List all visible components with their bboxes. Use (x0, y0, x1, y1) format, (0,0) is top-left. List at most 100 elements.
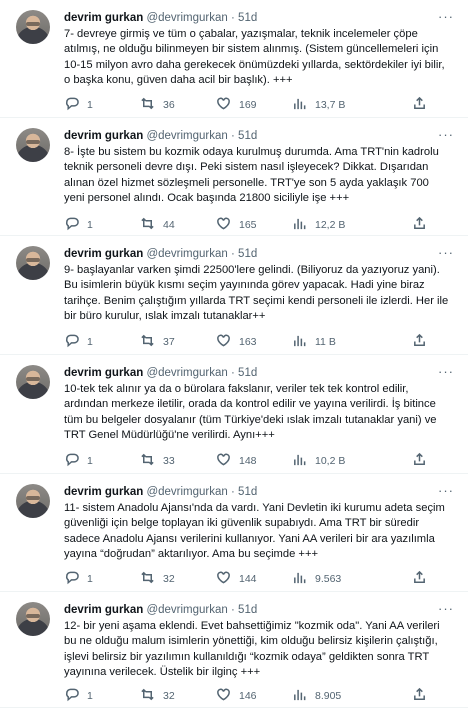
author-handle[interactable]: @devrimgurkan (146, 248, 227, 260)
tweet[interactable]: devrim gurkan @devrimgurkan · 51d ··· 10… (0, 355, 468, 474)
view-count: 11 B (315, 336, 336, 348)
retweet-button[interactable]: 32 (140, 570, 175, 588)
tweet[interactable]: devrim gurkan @devrimgurkan · 51d ··· 9-… (0, 236, 468, 355)
view-count: 13,7 B (315, 99, 346, 111)
separator-dot: · (231, 367, 235, 379)
author-handle[interactable]: @devrimgurkan (146, 12, 227, 24)
retweet-count: 32 (163, 573, 175, 585)
like-button[interactable]: 146 (216, 687, 257, 705)
share-icon (412, 452, 427, 470)
like-button[interactable]: 165 (216, 216, 257, 234)
views-button[interactable]: 10,2 B (292, 452, 345, 470)
retweet-icon (140, 333, 155, 351)
tweet-time[interactable]: 51d (238, 486, 257, 498)
retweet-count: 44 (163, 219, 175, 231)
more-options-icon[interactable]: ··· (438, 9, 454, 24)
more-options-icon[interactable]: ··· (438, 245, 454, 260)
share-button[interactable] (412, 96, 427, 114)
retweet-button[interactable]: 32 (140, 687, 175, 705)
avatar[interactable] (16, 10, 50, 44)
like-button[interactable]: 169 (216, 96, 257, 114)
author-name[interactable]: devrim gurkan (64, 367, 143, 379)
avatar[interactable] (16, 602, 50, 636)
tweet[interactable]: devrim gurkan @devrimgurkan · 51d ··· 11… (0, 474, 468, 592)
share-icon (412, 333, 427, 351)
share-button[interactable] (412, 216, 427, 234)
tweet-text: 8- İşte bu sistem bu kozmik odaya kurulm… (64, 146, 439, 205)
share-button[interactable] (412, 570, 427, 588)
author-handle[interactable]: @devrimgurkan (146, 604, 227, 616)
reply-icon (64, 687, 79, 705)
retweet-icon (140, 96, 155, 114)
tweet[interactable]: devrim gurkan @devrimgurkan · 51d ··· 7-… (0, 0, 468, 118)
retweet-count: 32 (163, 690, 175, 702)
view-count: 10,2 B (315, 455, 346, 467)
reply-count: 1 (87, 219, 93, 231)
author-name[interactable]: devrim gurkan (64, 248, 143, 260)
author-name[interactable]: devrim gurkan (64, 486, 143, 498)
reply-button[interactable]: 1 (64, 96, 93, 114)
more-options-icon[interactable]: ··· (438, 127, 454, 142)
tweet-actions: 1 32 146 8.905 (64, 687, 444, 703)
more-options-icon[interactable]: ··· (438, 364, 454, 379)
more-options-icon[interactable]: ··· (438, 601, 454, 616)
like-button[interactable]: 163 (216, 333, 257, 351)
reply-button[interactable]: 1 (64, 216, 93, 234)
views-button[interactable]: 11 B (292, 333, 336, 351)
tweet-time[interactable]: 51d (238, 12, 257, 24)
reply-button[interactable]: 1 (64, 452, 93, 470)
tweet-actions: 1 36 169 13,7 B (64, 96, 444, 112)
tweet-time[interactable]: 51d (238, 367, 257, 379)
share-button[interactable] (412, 333, 427, 351)
like-button[interactable]: 144 (216, 570, 257, 588)
reply-button[interactable]: 1 (64, 333, 93, 351)
view-count: 9.563 (315, 573, 342, 585)
retweet-button[interactable]: 44 (140, 216, 175, 234)
more-options-icon[interactable]: ··· (438, 483, 454, 498)
author-handle[interactable]: @devrimgurkan (146, 367, 227, 379)
author-handle[interactable]: @devrimgurkan (146, 130, 227, 142)
tweet-time[interactable]: 51d (238, 130, 257, 142)
tweet-time[interactable]: 51d (238, 604, 257, 616)
reply-icon (64, 570, 79, 588)
avatar[interactable] (16, 246, 50, 280)
author-name[interactable]: devrim gurkan (64, 604, 143, 616)
views-button[interactable]: 13,7 B (292, 96, 345, 114)
share-button[interactable] (412, 452, 427, 470)
views-button[interactable]: 9.563 (292, 570, 341, 588)
share-icon (412, 570, 427, 588)
reply-icon (64, 216, 79, 234)
tweet-text: 11- sistem Anadolu Ajansı'nda da vardı. … (64, 502, 445, 561)
retweet-button[interactable]: 36 (140, 96, 175, 114)
avatar[interactable] (16, 365, 50, 399)
retweet-button[interactable]: 33 (140, 452, 175, 470)
retweet-button[interactable]: 37 (140, 333, 175, 351)
author-name[interactable]: devrim gurkan (64, 130, 143, 142)
share-icon (412, 687, 427, 705)
heart-icon (216, 216, 231, 234)
tweet[interactable]: devrim gurkan @devrimgurkan · 51d ··· 8-… (0, 118, 468, 236)
reply-button[interactable]: 1 (64, 570, 93, 588)
reply-button[interactable]: 1 (64, 687, 93, 705)
author-name[interactable]: devrim gurkan (64, 12, 143, 24)
tweet-actions: 1 44 165 12,2 B (64, 216, 444, 232)
tweet-time[interactable]: 51d (238, 248, 257, 260)
views-button[interactable]: 12,2 B (292, 216, 345, 234)
tweet-text: 10-tek tek alınır ya da o bürolara faksl… (64, 383, 437, 442)
bar-chart-icon (292, 216, 307, 234)
tweet-actions: 1 33 148 10,2 B (64, 452, 444, 468)
heart-icon (216, 333, 231, 351)
like-button[interactable]: 148 (216, 452, 257, 470)
views-button[interactable]: 8.905 (292, 687, 341, 705)
avatar[interactable] (16, 484, 50, 518)
share-button[interactable] (412, 687, 427, 705)
author-handle[interactable]: @devrimgurkan (146, 486, 227, 498)
separator-dot: · (231, 12, 235, 24)
tweet[interactable]: devrim gurkan @devrimgurkan · 51d ··· 12… (0, 592, 468, 708)
avatar[interactable] (16, 128, 50, 162)
view-count: 8.905 (315, 690, 342, 702)
reply-icon (64, 452, 79, 470)
reply-count: 1 (87, 455, 93, 467)
retweet-icon (140, 216, 155, 234)
tweet-header: devrim gurkan @devrimgurkan · 51d (64, 247, 438, 261)
